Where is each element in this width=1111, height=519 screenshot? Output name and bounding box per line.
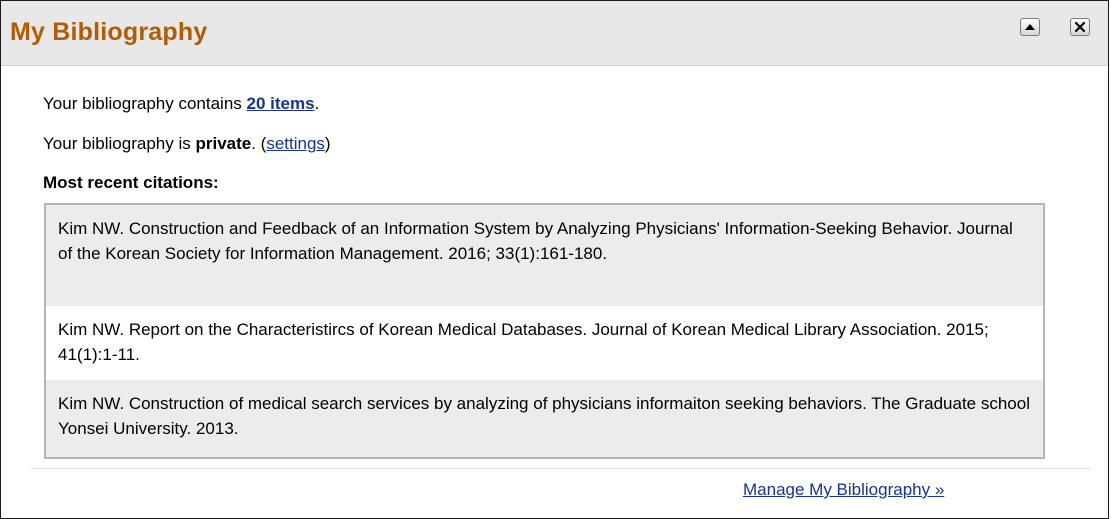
panel-header: My Bibliography — [1, 1, 1108, 66]
collapse-icon — [1025, 24, 1035, 30]
privacy-prefix: Your bibliography is — [43, 134, 196, 153]
citation-item: Kim NW. Construction and Feedback of an … — [46, 205, 1043, 306]
my-bibliography-panel: My Bibliography Your bibliography contai… — [0, 0, 1109, 519]
item-count-line: Your bibliography contains 20 items. — [43, 94, 319, 114]
privacy-line: Your bibliography is private. (settings) — [43, 134, 331, 154]
panel-title: My Bibliography — [10, 18, 208, 46]
close-button[interactable] — [1070, 18, 1090, 36]
item-count-prefix: Your bibliography contains — [43, 94, 247, 113]
settings-link[interactable]: settings — [266, 134, 325, 153]
manage-bibliography-link[interactable]: Manage My Bibliography » — [743, 480, 944, 500]
privacy-status: private — [195, 134, 252, 153]
citation-item: Kim NW. Construction of medical search s… — [46, 380, 1043, 457]
recent-citations-heading: Most recent citations: — [43, 173, 219, 192]
items-count-link[interactable]: 20 items — [247, 94, 315, 113]
item-count-suffix: . — [314, 94, 320, 113]
close-icon — [1074, 21, 1086, 33]
privacy-suffix: ) — [324, 134, 331, 153]
privacy-mid: . ( — [251, 134, 267, 153]
footer-divider — [31, 468, 1091, 469]
collapse-button[interactable] — [1020, 18, 1040, 36]
citation-item: Kim NW. Report on the Characteristircs o… — [46, 306, 1043, 380]
citations-list: Kim NW. Construction and Feedback of an … — [44, 203, 1045, 459]
